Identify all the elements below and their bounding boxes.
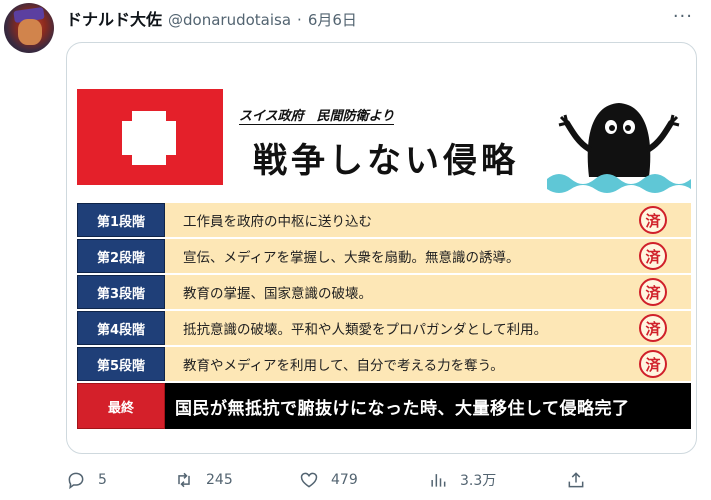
stage-label: 第5段階 [77,347,165,381]
tweet-media-image[interactable]: スイス政府 民間防衛より 戦争しない侵略 第1段階 工作員を政府の中枢に送り込む… [66,42,697,454]
heart-icon [300,472,318,488]
stage-label: 第3段階 [77,275,165,309]
final-stage-label: 最終 [77,383,165,429]
done-stamp-icon: 済 [639,314,667,342]
stage-label: 第4段階 [77,311,165,345]
image-title: 戦争しない侵略 [253,141,519,181]
retweet-icon [178,472,190,488]
tweet-header: ドナルド大佐 @donarudotaisa · 6月6日 [66,6,357,30]
avatar[interactable] [4,3,54,53]
share-icon [568,472,584,488]
stage-row: 第1段階 工作員を政府の中枢に送り込む 済 [77,203,691,237]
stage-row: 第4段階 抵抗意識の破壊。平和や人類愛をプロパガンダとして利用。 済 [77,311,691,345]
source-label: スイス政府 民間防衛より [239,105,395,125]
retweet-count: 245 [206,472,233,488]
tweet-date[interactable]: 6月6日 [308,9,357,30]
final-stage-text: 国民が無抵抗で腑抜けになった時、大量移住して侵略完了 [165,383,691,429]
share-button[interactable] [566,470,586,490]
done-stamp-icon: 済 [639,350,667,378]
avatar-face [18,19,42,45]
stage-table: 第1段階 工作員を政府の中枢に送り込む 済 第2段階 宣伝、メディアを掌握し、大… [77,203,691,431]
stage-text: 抵抗意識の破壊。平和や人類愛をプロパガンダとして利用。 [183,322,548,338]
like-count: 479 [331,472,358,488]
swiss-flag-image [77,89,223,185]
reply-button[interactable]: 5 [66,470,107,490]
stage-text: 工作員を政府の中枢に送り込む [183,214,372,230]
stage-row: 第5段階 教育やメディアを利用して、自分で考える力を奪う。 済 [77,347,691,381]
reply-icon [68,472,84,490]
stage-text: 教育の掌握、国家意識の破壊。 [183,286,372,302]
display-name[interactable]: ドナルド大佐 [66,6,162,30]
user-handle[interactable]: @donarudotaisa [168,11,291,29]
stage-row: 第3段階 教育の掌握、国家意識の破壊。 済 [77,275,691,309]
stage-label: 第2段階 [77,239,165,273]
like-button[interactable]: 479 [299,470,358,490]
done-stamp-icon: 済 [639,242,667,270]
stage-text: 宣伝、メディアを掌握し、大衆を扇動。無意識の誘導。 [183,250,520,266]
stage-label: 第1段階 [77,203,165,237]
views-chart-icon [431,474,446,487]
tweet-actions: 5 245 479 3.3万 [66,470,606,496]
final-stage-row: 最終 国民が無抵抗で腑抜けになった時、大量移住して侵略完了 [77,383,691,429]
views-count: 3.3万 [460,473,497,489]
stage-row: 第2段階 宣伝、メディアを掌握し、大衆を扇動。無意識の誘導。 済 [77,239,691,273]
more-options-icon[interactable]: ··· [673,6,693,27]
retweet-button[interactable]: 245 [174,470,233,490]
done-stamp-icon: 済 [639,278,667,306]
views-button[interactable]: 3.3万 [428,470,496,490]
reply-count: 5 [98,472,107,488]
separator-dot: · [297,11,302,29]
monster-illustration-icon [547,103,691,193]
done-stamp-icon: 済 [639,206,667,234]
stage-text: 教育やメディアを利用して、自分で考える力を奪う。 [183,358,504,374]
